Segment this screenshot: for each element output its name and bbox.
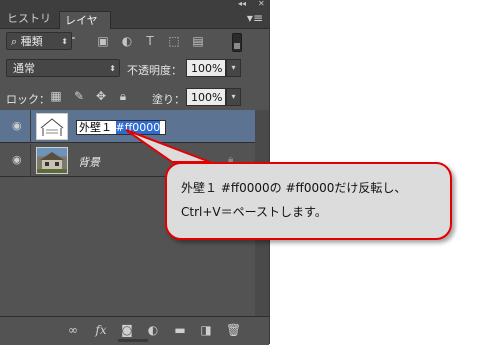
layer-filter-row: ⌕ 種類 ⬍ ▣ ◐ T ⬚ ▤ (0, 29, 269, 53)
eye-icon[interactable]: ◉ (12, 120, 26, 132)
layer-thumbnail[interactable] (36, 113, 68, 140)
panel-tab-bar: ヒストリー レイヤー ▾≡ (0, 8, 269, 45)
lock-all-icon[interactable]: 🔒︎ (116, 89, 130, 103)
house-photo-thumbnail (37, 152, 67, 173)
layer-name: 背景 (78, 156, 100, 169)
lock-row: ロック： ▦ ✎ ✥ 🔒︎ 塗り： 100% ▾ (0, 84, 269, 111)
layer-style-icon[interactable]: fx (94, 323, 108, 337)
updown-arrow-icon: ⬍ (109, 64, 116, 73)
type-layer-filter-icon[interactable]: T (143, 34, 157, 48)
filter-toggle-switch[interactable] (232, 33, 242, 52)
tab-layers[interactable]: レイヤー (59, 11, 111, 45)
column-divider (30, 144, 31, 177)
opacity-label: 不透明度： (127, 64, 182, 77)
blend-mode-row: 通常 ⬍ 不透明度： 100% ▾ (0, 54, 269, 82)
layer-row-selected[interactable]: ◉ 外壁１ #ff0000 (0, 110, 255, 143)
search-icon: ⌕ (11, 35, 18, 48)
add-mask-icon[interactable]: ◙ (120, 323, 134, 337)
fill-input[interactable]: 100% (186, 88, 226, 106)
panel-menu-icon[interactable]: ▾≡ (247, 11, 263, 25)
filter-kind-label: 種類 (20, 35, 43, 48)
blend-mode-value: 通常 (13, 62, 35, 75)
tab-history[interactable]: ヒストリー (2, 10, 57, 43)
eye-icon[interactable]: ◉ (12, 154, 26, 166)
layer-name-selected-text: #ff0000 (115, 121, 161, 134)
opacity-slider-button[interactable]: ▾ (226, 59, 241, 77)
callout-line-2: Ctrl+V＝ペーストします。 (181, 205, 327, 219)
collapse-icon[interactable]: ◂◂ (238, 0, 246, 8)
callout-line-1: 外壁１ #ff0000の #ff0000だけ反転し、 (181, 181, 407, 195)
lock-image-pixels-icon[interactable]: ✎ (72, 89, 86, 103)
wall-outline-thumbnail (40, 118, 64, 136)
layer-name-prefix: 外壁１ (79, 121, 112, 134)
fill-label: 塗り： (152, 93, 185, 106)
lock-transparent-pixels-icon[interactable]: ▦ (49, 89, 63, 103)
lock-label: ロック： (6, 93, 50, 106)
panel-top-strip: ◂◂ ✕ (0, 0, 269, 8)
resize-grip[interactable] (118, 339, 148, 342)
pixel-layer-filter-icon[interactable]: ▣ (96, 34, 110, 48)
new-layer-icon[interactable]: ◨ (199, 323, 213, 337)
link-layers-icon[interactable]: ∞ (66, 323, 80, 337)
updown-arrow-icon: ⬍ (61, 37, 68, 46)
filter-kind-dropdown[interactable]: ⌕ 種類 ⬍ (6, 32, 72, 50)
shape-layer-filter-icon[interactable]: ⬚ (167, 34, 181, 48)
layer-thumbnail[interactable] (36, 147, 68, 174)
opacity-input[interactable]: 100% (186, 59, 226, 77)
close-icon[interactable]: ✕ (258, 0, 265, 8)
layer-name-input[interactable]: 外壁１ #ff0000 (76, 120, 166, 135)
adjustment-layer-filter-icon[interactable]: ◐ (120, 34, 134, 48)
new-adjustment-layer-icon[interactable]: ◐ (146, 323, 160, 337)
column-divider (30, 110, 31, 143)
blend-mode-dropdown[interactable]: 通常 ⬍ (6, 59, 120, 77)
annotation-callout: 外壁１ #ff0000の #ff0000だけ反転し、 Ctrl+V＝ペーストしま… (165, 162, 452, 240)
smart-object-filter-icon[interactable]: ▤ (191, 34, 205, 48)
delete-layer-icon[interactable]: 🗑︎ (226, 323, 241, 337)
new-group-icon[interactable]: ▬ (173, 323, 187, 337)
fill-slider-button[interactable]: ▾ (226, 88, 241, 106)
lock-position-icon[interactable]: ✥ (94, 89, 108, 103)
